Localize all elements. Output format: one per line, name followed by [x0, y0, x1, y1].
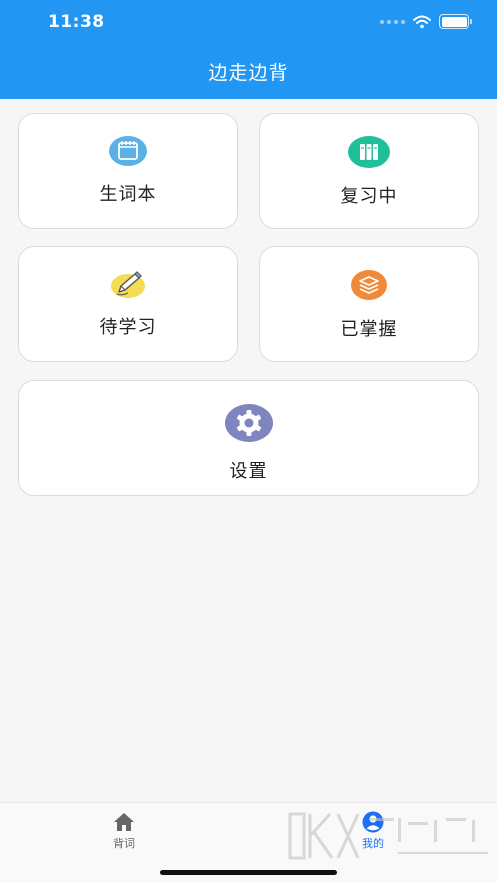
status-indicators — [380, 14, 472, 29]
battery-icon — [439, 14, 472, 29]
tab-words[interactable]: 背词 — [94, 811, 154, 851]
home-icon — [114, 813, 134, 831]
tab-mine[interactable]: 我的 — [343, 811, 403, 851]
mastered-label: 已掌握 — [340, 319, 398, 340]
status-bar: 11:38 — [0, 0, 497, 44]
reviewing-card[interactable]: 复习中 — [259, 113, 479, 229]
books-icon — [348, 136, 390, 168]
status-time: 11:38 — [48, 12, 105, 32]
home-indicator — [160, 870, 337, 875]
user-icon — [362, 811, 384, 833]
notebook-icon — [109, 136, 147, 166]
layers-icon — [351, 269, 387, 301]
vocab-book-card[interactable]: 生词本 — [18, 113, 238, 229]
tab-words-label: 背词 — [113, 837, 135, 850]
pencil-icon — [110, 269, 146, 299]
vocab-book-label: 生词本 — [99, 184, 157, 205]
gear-icon — [224, 403, 273, 443]
to-learn-card[interactable]: 待学习 — [18, 246, 238, 362]
page-title: 边走边背 — [208, 62, 289, 84]
settings-card[interactable]: 设置 — [18, 380, 479, 496]
mastered-card[interactable]: 已掌握 — [259, 246, 479, 362]
to-learn-label: 待学习 — [99, 317, 157, 338]
settings-label: 设置 — [229, 461, 268, 482]
app-header: 11:38 边走边背 — [0, 0, 497, 99]
tab-mine-label: 我的 — [362, 837, 384, 850]
wifi-icon — [413, 15, 431, 28]
reviewing-label: 复习中 — [340, 186, 398, 207]
cellular-signal-icon — [380, 19, 405, 24]
